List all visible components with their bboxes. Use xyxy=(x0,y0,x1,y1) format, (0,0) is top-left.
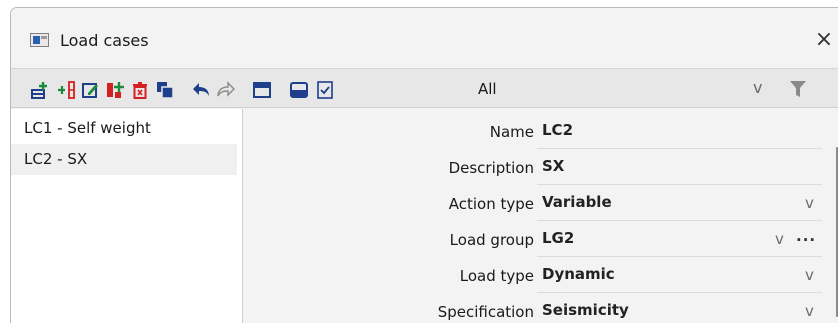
insert-icon[interactable] xyxy=(58,81,76,99)
title-bar: Load cases × xyxy=(11,8,838,61)
edit-icon[interactable] xyxy=(82,81,100,99)
redo-icon[interactable] xyxy=(217,81,235,99)
chevron-down-icon[interactable]: v xyxy=(805,266,814,284)
list-item[interactable]: LC1 - Self weight xyxy=(11,113,237,144)
property-row-load-group: Load group LG2 v ... xyxy=(244,221,824,257)
description-value: SX xyxy=(542,157,565,175)
list-item-selected[interactable]: LC2 - SX xyxy=(11,144,237,175)
property-label: Load type xyxy=(459,267,534,285)
close-button[interactable]: × xyxy=(810,26,838,54)
property-label: Action type xyxy=(448,195,534,213)
more-options-button[interactable]: ... xyxy=(796,227,816,245)
load-type-value: Dynamic xyxy=(542,265,615,283)
action-type-select[interactable]: Variable v xyxy=(537,185,822,221)
filter-dropdown-chevron-icon[interactable]: v xyxy=(753,78,762,97)
load-case-list: LC1 - Self weight LC2 - SX xyxy=(11,109,243,323)
specification-value: Seismicity xyxy=(542,301,629,319)
chevron-down-icon[interactable]: v xyxy=(805,302,814,320)
add-icon[interactable] xyxy=(31,81,49,99)
property-row-load-type: Load type Dynamic v xyxy=(244,257,824,293)
filter-select[interactable]: All xyxy=(478,80,497,98)
window-icon xyxy=(30,33,49,47)
load-group-select[interactable]: LG2 v ... xyxy=(537,221,822,257)
duplicate-icon[interactable] xyxy=(156,81,174,99)
action-type-value: Variable xyxy=(542,193,612,211)
chevron-down-icon[interactable]: v xyxy=(805,194,814,212)
property-label: Description xyxy=(448,159,534,177)
property-label: Load group xyxy=(449,231,534,249)
chevron-down-icon[interactable]: v xyxy=(775,230,784,248)
property-label: Name xyxy=(489,123,534,141)
property-row-action-type: Action type Variable v xyxy=(244,185,824,221)
description-field[interactable]: SX xyxy=(537,149,822,185)
undo-icon[interactable] xyxy=(192,81,210,99)
load-group-value: LG2 xyxy=(542,229,575,247)
properties-panel: Name LC2 Description SX Action type Vari… xyxy=(244,109,838,323)
property-label: Specification xyxy=(437,303,534,321)
property-row-specification: Specification Seismicity v xyxy=(244,293,824,323)
open-icon[interactable] xyxy=(290,81,308,99)
load-type-select[interactable]: Dynamic v xyxy=(537,257,822,293)
copy-icon[interactable] xyxy=(106,81,124,99)
delete-icon[interactable] xyxy=(131,81,149,99)
table-icon[interactable] xyxy=(253,81,271,99)
property-row-description: Description SX xyxy=(244,149,824,185)
load-cases-window: Load cases × All v LC1 - Self weight LC2… xyxy=(10,7,838,323)
property-row-name: Name LC2 xyxy=(244,113,824,149)
toolbar: All v xyxy=(11,68,838,108)
specification-select[interactable]: Seismicity v xyxy=(537,293,822,323)
check-icon[interactable] xyxy=(316,81,334,99)
name-value: LC2 xyxy=(542,121,574,139)
name-field[interactable]: LC2 xyxy=(537,113,822,149)
funnel-icon[interactable] xyxy=(790,80,806,98)
window-title: Load cases xyxy=(60,31,149,50)
